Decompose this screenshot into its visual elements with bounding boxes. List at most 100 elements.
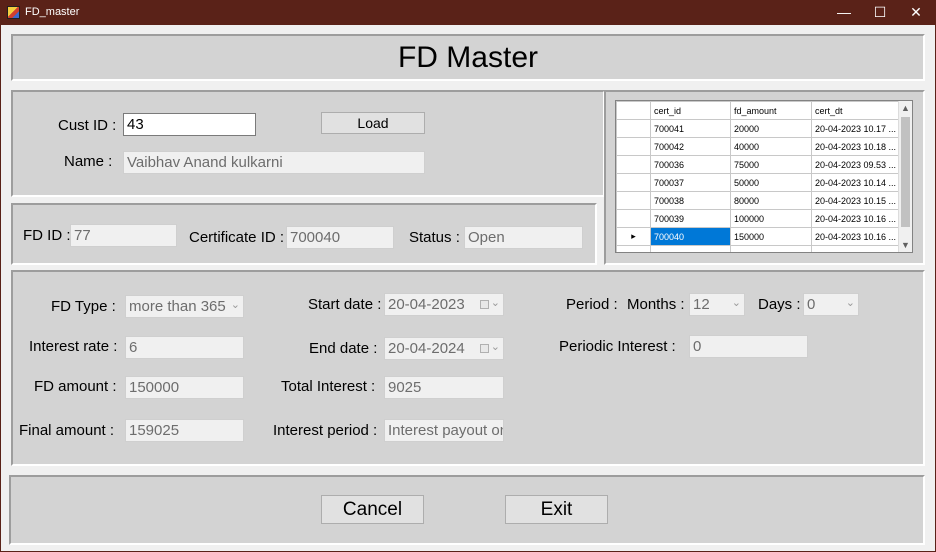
table-cell[interactable]: 20-04-2023 10.17 ... bbox=[811, 119, 901, 138]
customer-panel: Cust ID : 43 Load Name : Vaibhav Anand k… bbox=[11, 90, 605, 197]
row-header[interactable] bbox=[616, 191, 651, 210]
fd-type-label: FD Type : bbox=[51, 298, 116, 315]
row-header[interactable] bbox=[616, 119, 651, 138]
months-label: Months : bbox=[627, 296, 685, 313]
table-row[interactable]: ▸ 700040 150000 20-04-2023 10.16 ... bbox=[616, 227, 901, 246]
certificate-id-label: Certificate ID : bbox=[189, 229, 285, 246]
table-row[interactable]: 700042 40000 20-04-2023 10.18 ... bbox=[616, 137, 901, 156]
certificate-id-field[interactable]: 700040 bbox=[286, 226, 394, 249]
close-button[interactable]: ✕ bbox=[898, 0, 934, 25]
table-cell[interactable]: 700039 bbox=[650, 209, 731, 228]
table-cell[interactable]: 80000 bbox=[730, 191, 812, 210]
days-dropdown[interactable]: 0 ⌄ bbox=[803, 293, 859, 316]
name-label: Name : bbox=[64, 153, 113, 170]
current-row-arrow-icon[interactable]: ▸ bbox=[616, 227, 651, 246]
months-value: 12 bbox=[693, 296, 710, 313]
table-cell[interactable]: 20-04-2023 10.14 ... bbox=[811, 173, 901, 192]
table-cell[interactable]: 700040 bbox=[650, 227, 731, 246]
interest-rate-label: Interest rate : bbox=[29, 338, 118, 355]
table-cell[interactable]: 700038 bbox=[650, 191, 731, 210]
end-date-value: 20-04-2024 bbox=[388, 340, 465, 357]
row-header[interactable] bbox=[616, 137, 651, 156]
chevron-down-icon: ⌄ bbox=[230, 299, 240, 311]
fd-id-field[interactable]: 77 bbox=[70, 224, 177, 247]
scroll-thumb[interactable] bbox=[901, 117, 910, 227]
final-amount-field[interactable]: 159025 bbox=[125, 419, 244, 442]
table-cell[interactable]: 20-04-2023 10.18 ... bbox=[811, 137, 901, 156]
certificate-table: cert_id fd_amount cert_dt 700041 20000 20-… bbox=[616, 101, 901, 252]
load-button[interactable]: Load bbox=[321, 112, 425, 134]
table-row[interactable]: 700038 80000 20-04-2023 10.15 ... bbox=[616, 191, 901, 210]
months-dropdown[interactable]: 12 ⌄ bbox=[689, 293, 745, 316]
table-cell[interactable]: 150000 bbox=[730, 227, 812, 246]
interest-period-field[interactable]: Interest payout on bbox=[384, 419, 504, 442]
cust-id-label: Cust ID : bbox=[58, 117, 117, 134]
table-cell[interactable]: 50000 bbox=[730, 173, 812, 192]
name-field[interactable]: Vaibhav Anand kulkarni bbox=[123, 151, 425, 174]
certificate-grid[interactable]: cert_id fd_amount cert_dt 700041 20000 20-… bbox=[615, 100, 913, 253]
fd-id-panel: FD ID : 77 Certificate ID : 700040 Statu… bbox=[11, 203, 597, 265]
exit-button[interactable]: Exit bbox=[505, 495, 608, 524]
row-header-corner bbox=[616, 101, 651, 120]
periodic-interest-label: Periodic Interest : bbox=[559, 338, 676, 355]
start-date-picker[interactable]: 20-04-2023 ⌄ bbox=[384, 293, 504, 316]
scroll-down-icon[interactable]: ▼ bbox=[899, 238, 912, 252]
total-interest-field[interactable]: 9025 bbox=[384, 376, 504, 399]
table-cell[interactable] bbox=[811, 245, 901, 252]
start-date-label: Start date : bbox=[308, 296, 382, 313]
fd-id-label: FD ID : bbox=[23, 227, 71, 244]
cust-id-input[interactable]: 43 bbox=[123, 113, 256, 136]
status-field[interactable]: Open bbox=[464, 226, 583, 249]
column-header[interactable]: cert_dt bbox=[811, 101, 901, 120]
window-title: FD_master bbox=[25, 6, 80, 18]
cancel-button[interactable]: Cancel bbox=[321, 495, 424, 524]
fd-amount-field[interactable]: 150000 bbox=[125, 376, 244, 399]
page-title: FD Master bbox=[397, 41, 538, 74]
end-date-label: End date : bbox=[309, 340, 378, 357]
interest-period-label: Interest period : bbox=[273, 422, 378, 439]
table-cell[interactable]: 100000 bbox=[730, 209, 812, 228]
new-row[interactable] bbox=[616, 245, 901, 252]
table-cell[interactable]: 700037 bbox=[650, 173, 731, 192]
footer-panel: Cancel Exit bbox=[9, 475, 925, 545]
chevron-down-icon: ⌄ bbox=[845, 297, 855, 309]
end-date-picker[interactable]: 20-04-2024 ⌄ bbox=[384, 337, 504, 360]
minimize-button[interactable]: — bbox=[826, 0, 862, 25]
column-header[interactable]: cert_id bbox=[650, 101, 731, 120]
periodic-interest-field[interactable]: 0 bbox=[689, 335, 808, 358]
row-header[interactable] bbox=[616, 155, 651, 174]
status-label: Status : bbox=[409, 229, 460, 246]
grid-header-row: cert_id fd_amount cert_dt bbox=[616, 101, 901, 120]
period-label: Period : bbox=[566, 296, 618, 313]
table-row[interactable]: 700036 75000 20-04-2023 09.53 ... bbox=[616, 155, 901, 174]
table-cell[interactable]: 20-04-2023 10.16 ... bbox=[811, 209, 901, 228]
interest-rate-field[interactable]: 6 bbox=[125, 336, 244, 359]
table-cell[interactable]: 20-04-2023 10.16 ... bbox=[811, 227, 901, 246]
table-cell[interactable]: 75000 bbox=[730, 155, 812, 174]
table-cell[interactable]: 20-04-2023 09.53 ... bbox=[811, 155, 901, 174]
table-cell[interactable]: 700041 bbox=[650, 119, 731, 138]
row-header[interactable] bbox=[616, 209, 651, 228]
table-cell[interactable]: 700036 bbox=[650, 155, 731, 174]
calendar-icon bbox=[480, 300, 489, 309]
table-cell[interactable] bbox=[616, 245, 651, 252]
fd-type-dropdown[interactable]: more than 365 ⌄ bbox=[125, 295, 244, 318]
fd-type-value: more than 365 bbox=[129, 298, 226, 315]
table-cell[interactable]: 700042 bbox=[650, 137, 731, 156]
days-value: 0 bbox=[807, 296, 816, 313]
scroll-up-icon[interactable]: ▲ bbox=[899, 101, 912, 115]
grid-scrollbar[interactable]: ▲ ▼ bbox=[898, 101, 912, 252]
table-cell[interactable] bbox=[650, 245, 731, 252]
table-cell[interactable]: 20-04-2023 10.15 ... bbox=[811, 191, 901, 210]
row-header[interactable] bbox=[616, 173, 651, 192]
header-panel: FD Master bbox=[11, 34, 925, 81]
table-cell[interactable]: 40000 bbox=[730, 137, 812, 156]
chevron-down-icon: ⌄ bbox=[490, 341, 500, 353]
table-row[interactable]: 700041 20000 20-04-2023 10.17 ... bbox=[616, 119, 901, 138]
table-cell[interactable] bbox=[730, 245, 812, 252]
table-row[interactable]: 700039 100000 20-04-2023 10.16 ... bbox=[616, 209, 901, 228]
column-header[interactable]: fd_amount bbox=[730, 101, 812, 120]
table-cell[interactable]: 20000 bbox=[730, 119, 812, 138]
maximize-button[interactable]: ☐ bbox=[862, 0, 898, 25]
table-row[interactable]: 700037 50000 20-04-2023 10.14 ... bbox=[616, 173, 901, 192]
